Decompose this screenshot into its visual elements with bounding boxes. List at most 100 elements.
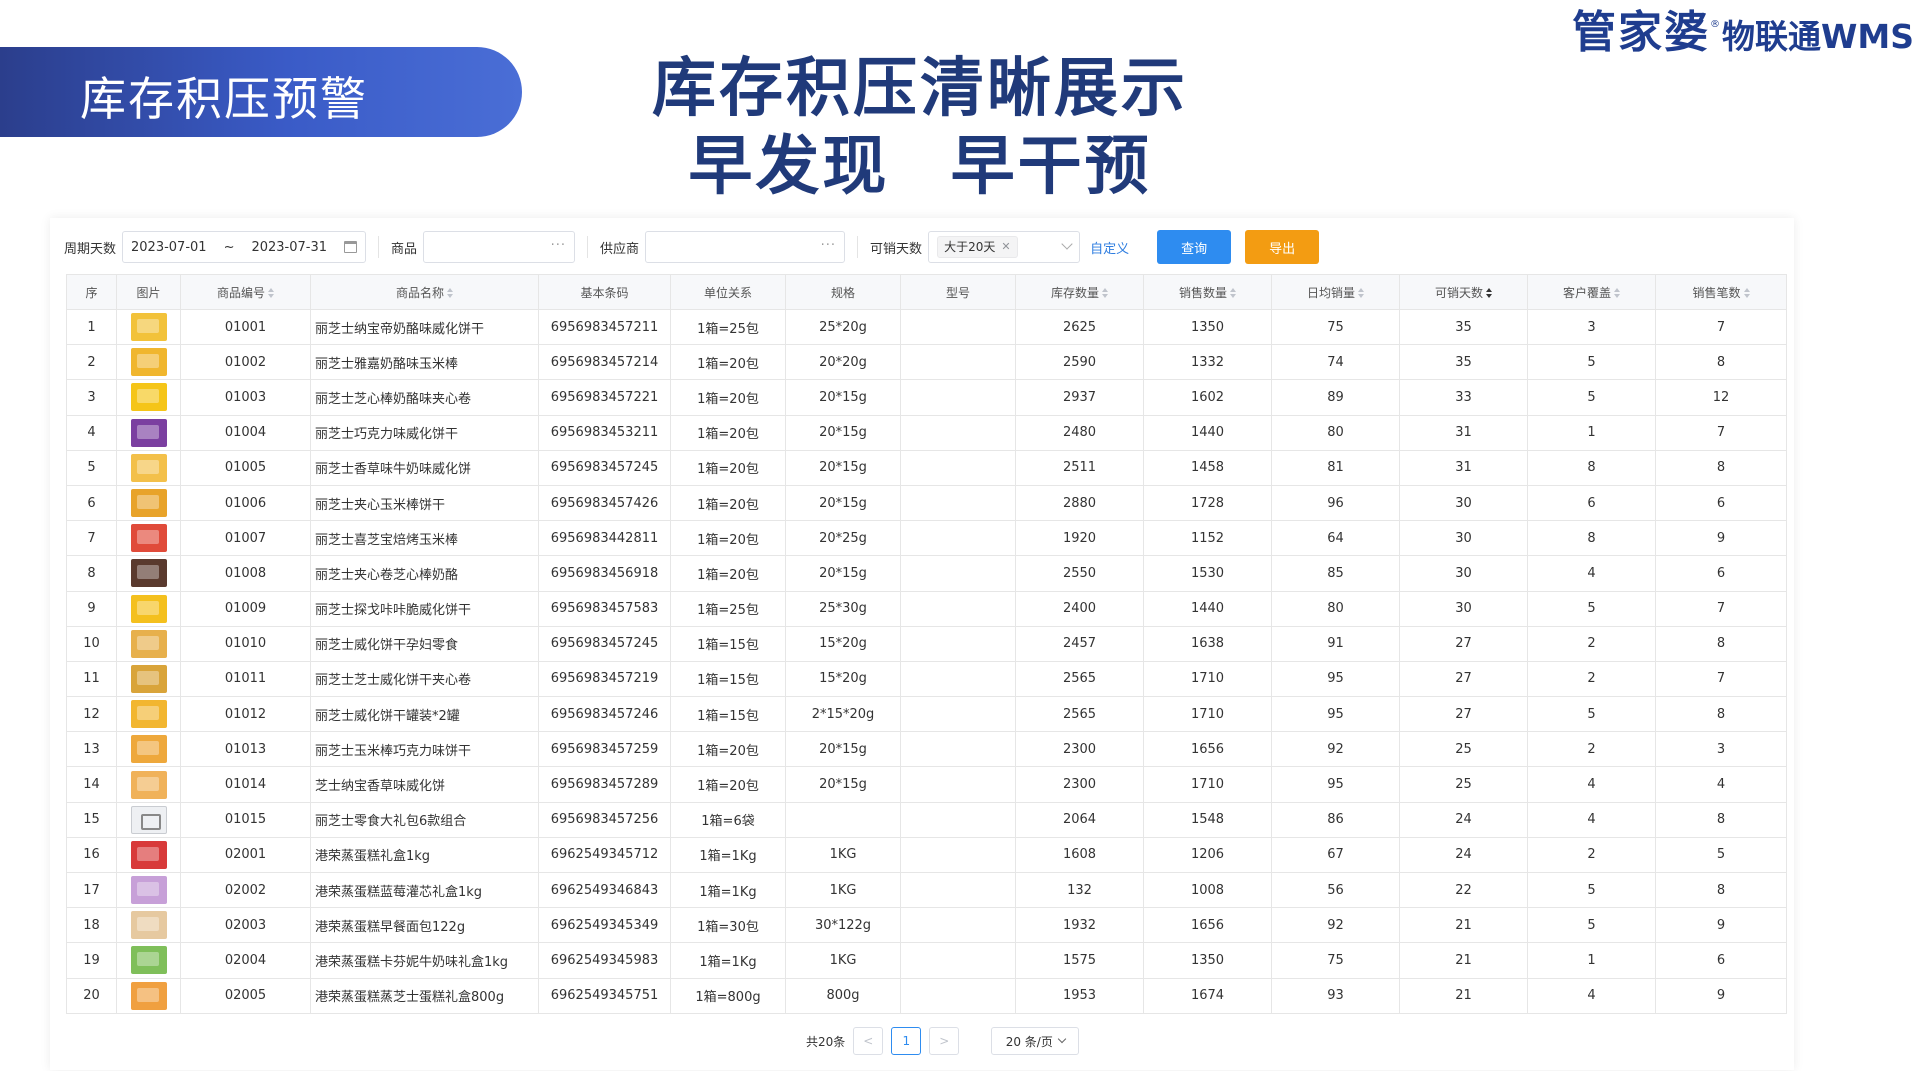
- cell-model: [900, 590, 1016, 627]
- cell-cust: 4: [1527, 766, 1656, 803]
- supplier-input[interactable]: ···: [645, 231, 846, 263]
- chevron-down-icon: [1061, 238, 1073, 250]
- cell-name: 丽芝士芝心棒奶酪味夹心卷: [310, 379, 539, 416]
- table-row[interactable]: 7 01007 丽芝士喜芝宝焙烤玉米棒 6956983442811 1箱=20包 20*2…: [66, 520, 1787, 557]
- cell-daily: 91: [1271, 625, 1400, 662]
- table-row[interactable]: 11 01011 丽芝士芝士威化饼干夹心卷 6956983457219 1箱=15包 15…: [66, 660, 1787, 698]
- column-header[interactable]: 客户覆盖: [1527, 274, 1656, 310]
- prev-page-button[interactable]: <: [853, 1027, 884, 1055]
- cell-model: [900, 836, 1016, 874]
- cell-daily: 81: [1271, 449, 1400, 486]
- next-page-button[interactable]: >: [929, 1027, 960, 1055]
- column-header[interactable]: 库存数量: [1015, 274, 1144, 310]
- column-header[interactable]: 日均销量: [1271, 274, 1400, 310]
- cell-no: 15: [66, 801, 117, 838]
- cell-unit: 1箱=20包: [670, 344, 786, 381]
- close-icon[interactable]: ✕: [1001, 237, 1010, 257]
- cell-days: 35: [1399, 344, 1528, 381]
- sort-icon[interactable]: [1230, 288, 1236, 298]
- product-thumbnail: [130, 418, 167, 447]
- product-thumbnail: [130, 383, 167, 412]
- table-row[interactable]: 17 02002 港荣蒸蛋糕蓝莓灌芯礼盒1kg 6962549346843 1箱=1Kg…: [66, 871, 1787, 909]
- table-row[interactable]: 16 02001 港荣蒸蛋糕礼盒1kg 6962549345712 1箱=1Kg 1KG 1…: [66, 836, 1787, 874]
- table-row[interactable]: 19 02004 港荣蒸蛋糕卡芬妮牛奶味礼盒1kg 6962549345983 1箱=1…: [66, 942, 1787, 979]
- date-range-picker[interactable]: 2023-07-01 ~ 2023-07-31: [122, 231, 367, 263]
- cell-stock: 2565: [1015, 696, 1144, 733]
- cell-days: 22: [1399, 871, 1528, 909]
- table-row[interactable]: 8 01008 丽芝士夹心卷芝心棒奶酪 6956983456918 1箱=20包 20*1…: [66, 555, 1787, 592]
- product-label: 商品: [391, 241, 418, 257]
- table-row[interactable]: 12 01012 丽芝士威化饼干罐装*2罐 6956983457246 1箱=15包 2*…: [66, 696, 1787, 733]
- sort-icon[interactable]: [1358, 288, 1364, 298]
- table-row[interactable]: 20 02005 港荣蒸蛋糕蒸芝士蛋糕礼盒800g 6962549345751 1箱=8…: [66, 977, 1787, 1014]
- cell-code: 01014: [180, 766, 311, 803]
- cell-name: 港荣蒸蛋糕早餐面包122g: [310, 907, 539, 944]
- cell-stock: 2480: [1015, 414, 1144, 451]
- table-row[interactable]: 3 01003 丽芝士芝心棒奶酪味夹心卷 6956983457221 1箱=20包 20*…: [66, 379, 1787, 416]
- product-thumbnail: [130, 489, 167, 518]
- product-image-cell: [116, 590, 181, 627]
- cell-spec: 25*30g: [785, 590, 901, 627]
- cell-name: 丽芝士威化饼干孕妇零食: [310, 625, 539, 662]
- table-row[interactable]: 14 01014 芝士纳宝香草味威化饼 6956983457289 1箱=20包 20*1…: [66, 766, 1787, 803]
- cell-barcode: 6956983456918: [538, 555, 671, 592]
- cell-cust: 5: [1527, 379, 1656, 416]
- sort-icon[interactable]: [1102, 288, 1108, 298]
- query-button[interactable]: 查询: [1157, 230, 1232, 264]
- column-header[interactable]: 商品编号: [180, 274, 311, 310]
- table-row[interactable]: 5 01005 丽芝士香草味牛奶味威化饼 6956983457245 1箱=20包 20*…: [66, 449, 1787, 486]
- table-row[interactable]: 1 01001 丽芝士纳宝帝奶酪味威化饼干 6956983457211 1箱=25包 25…: [66, 308, 1787, 346]
- cell-cust: 5: [1527, 344, 1656, 381]
- sort-icon[interactable]: [1614, 288, 1620, 298]
- cell-days: 24: [1399, 836, 1528, 874]
- section-banner: 库存积压预警: [0, 47, 522, 137]
- cell-orders: 8: [1655, 801, 1787, 838]
- column-header[interactable]: 商品名称: [310, 274, 539, 310]
- custom-link[interactable]: 自定义: [1090, 238, 1129, 257]
- cell-daily: 95: [1271, 696, 1400, 733]
- sort-icon[interactable]: [268, 288, 274, 298]
- cell-stock: 2400: [1015, 590, 1144, 627]
- page-size-select[interactable]: 20 条/页: [991, 1027, 1080, 1055]
- table-row[interactable]: 9 01009 丽芝士探戈咔咔脆威化饼干 6956983457583 1箱=25包 25*…: [66, 590, 1787, 627]
- table-row[interactable]: 13 01013 丽芝士玉米棒巧克力味饼干 6956983457259 1箱=20包 20…: [66, 731, 1787, 768]
- table-row[interactable]: 4 01004 丽芝士巧克力味威化饼干 6956983453211 1箱=20包 20*1…: [66, 414, 1787, 451]
- cell-model: [900, 871, 1016, 909]
- page-number-button[interactable]: 1: [891, 1027, 922, 1055]
- cell-name: 丽芝士纳宝帝奶酪味威化饼干: [310, 308, 539, 346]
- column-header[interactable]: 可销天数: [1399, 274, 1528, 310]
- table-row[interactable]: 18 02003 港荣蒸蛋糕早餐面包122g 6962549345349 1箱=30包 3…: [66, 907, 1787, 944]
- cell-spec: 20*15g: [785, 731, 901, 768]
- cell-no: 2: [66, 344, 117, 381]
- cell-unit: 1箱=25包: [670, 308, 786, 346]
- sellable-days-select[interactable]: 大于20天 ✕: [928, 231, 1081, 263]
- cell-code: 01013: [180, 731, 311, 768]
- cell-no: 6: [66, 484, 117, 522]
- cell-barcode: 6956983457246: [538, 696, 671, 733]
- cell-spec: 20*15g: [785, 766, 901, 803]
- table-row[interactable]: 2 01002 丽芝士雅嘉奶酪味玉米棒 6956983457214 1箱=20包 20*2…: [66, 344, 1787, 381]
- cell-cust: 2: [1527, 731, 1656, 768]
- cell-orders: 9: [1655, 907, 1787, 944]
- sort-icon[interactable]: [1743, 288, 1750, 298]
- cell-sales: 1710: [1143, 696, 1272, 733]
- cell-code: 01012: [180, 696, 311, 733]
- more-icon[interactable]: ···: [821, 238, 836, 253]
- column-header[interactable]: 销售笔数: [1655, 274, 1787, 310]
- column-header[interactable]: 销售数量: [1143, 274, 1272, 310]
- cell-no: 3: [66, 379, 117, 416]
- cell-no: 20: [66, 977, 117, 1014]
- export-button[interactable]: 导出: [1245, 230, 1320, 264]
- cell-code: 02005: [180, 977, 311, 1014]
- sellable-days-tag-text: 大于20天: [944, 240, 996, 254]
- sort-icon[interactable]: [1486, 288, 1492, 298]
- cell-sales: 1206: [1143, 836, 1272, 874]
- cell-daily: 96: [1271, 484, 1400, 522]
- cell-orders: 6: [1655, 942, 1787, 979]
- sort-icon[interactable]: [447, 288, 453, 298]
- product-input[interactable]: ···: [423, 231, 576, 263]
- table-row[interactable]: 15 01015 丽芝士零食大礼包6款组合 6956983457256 1箱=6袋 206…: [66, 801, 1787, 838]
- table-row[interactable]: 6 01006 丽芝士夹心玉米棒饼干 6956983457426 1箱=20包 20*15…: [66, 484, 1787, 522]
- more-icon[interactable]: ···: [551, 238, 566, 253]
- table-row[interactable]: 10 01010 丽芝士威化饼干孕妇零食 6956983457245 1箱=15包 15*…: [66, 625, 1787, 662]
